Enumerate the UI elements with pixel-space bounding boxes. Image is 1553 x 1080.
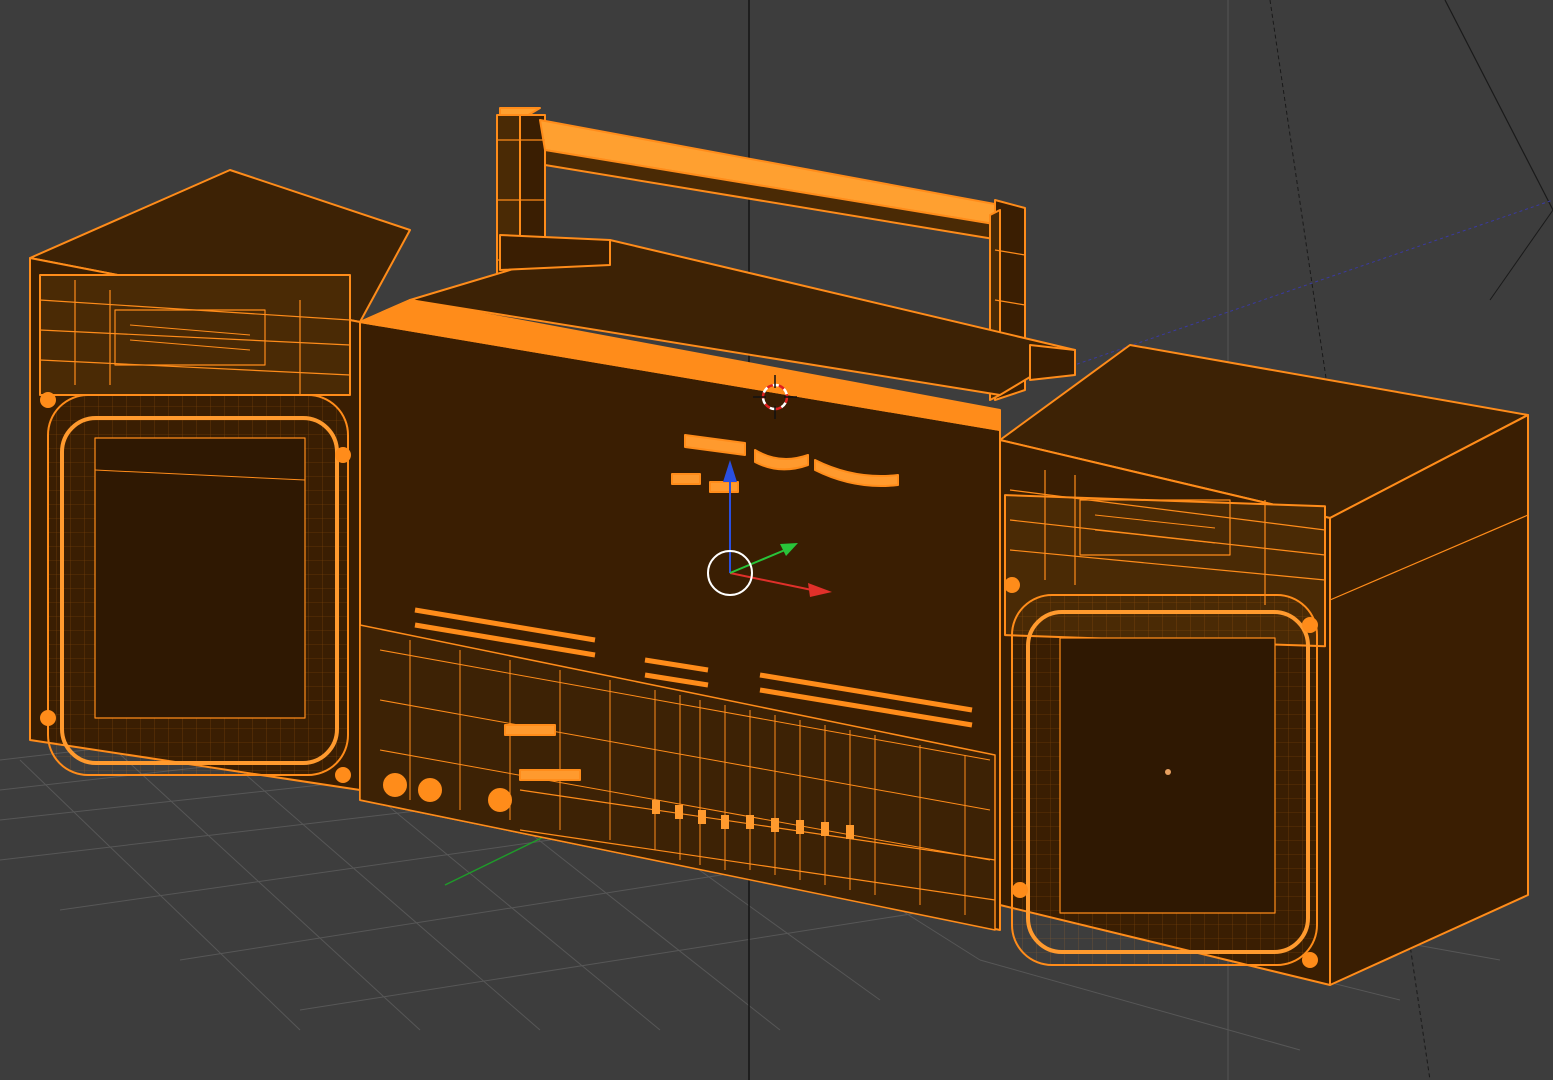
- knob-3[interactable]: [488, 788, 512, 812]
- 3d-viewport[interactable]: [0, 0, 1553, 1080]
- deck-button-a[interactable]: [504, 724, 556, 736]
- deck-button-b[interactable]: [519, 769, 581, 781]
- top-left-step: [499, 234, 611, 271]
- center-body[interactable]: [359, 299, 1001, 931]
- right-speaker-block[interactable]: [999, 344, 1529, 986]
- small-switch-a[interactable]: [671, 473, 701, 485]
- knob-1[interactable]: [383, 773, 407, 797]
- top-right-step: [1029, 344, 1076, 381]
- viewport-canvas[interactable]: [0, 0, 1553, 1080]
- boombox-mesh[interactable]: [29, 107, 1529, 986]
- left-speaker-block[interactable]: [29, 169, 411, 791]
- small-switch-b[interactable]: [709, 481, 739, 493]
- knob-2[interactable]: [418, 778, 442, 802]
